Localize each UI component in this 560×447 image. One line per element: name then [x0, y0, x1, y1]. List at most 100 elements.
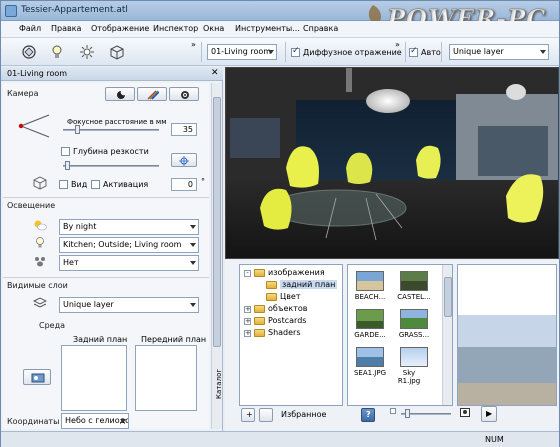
layers-combo[interactable]: Unique layer [59, 297, 199, 313]
tree-item-images[interactable]: изображения [268, 268, 325, 277]
menu-view[interactable]: Отображение [91, 24, 149, 33]
camera-colors-button[interactable] [137, 87, 167, 101]
render-viewport[interactable] [225, 67, 559, 259]
light-bulb-tool-icon[interactable] [49, 44, 65, 60]
divider [3, 197, 209, 198]
folder-icon [254, 269, 265, 277]
add-favorite-button[interactable]: + [241, 408, 255, 422]
render-scene [226, 68, 558, 258]
activation-input[interactable]: 0 [171, 178, 197, 191]
chevron-down-icon [190, 225, 196, 229]
none-combo-value: Нет [63, 258, 79, 267]
layer-combo[interactable]: Unique layer [449, 44, 549, 60]
cube-tool-icon[interactable] [109, 44, 125, 60]
thumbnail-label: CASTEL... [397, 293, 431, 301]
tree-expander[interactable]: + [244, 306, 251, 313]
lights-combo[interactable]: Kitchen; Outside; Living room [59, 237, 199, 253]
thumbnail-image[interactable] [400, 271, 428, 291]
menu-windows[interactable]: Окна [203, 24, 224, 33]
toolbar-overflow-2[interactable]: » [395, 40, 400, 49]
menu-tools[interactable]: Инструменты... [235, 24, 300, 33]
tree-item-color[interactable]: Цвет [280, 292, 301, 301]
auto-checkbox[interactable] [409, 46, 418, 57]
dof-slider[interactable] [63, 165, 159, 167]
focal-length-slider-thumb[interactable] [75, 125, 80, 134]
folder-icon [266, 281, 277, 289]
camera-angle-icon [18, 114, 50, 138]
toolbar-separator [405, 42, 406, 62]
divider [3, 277, 209, 278]
catalog-tab[interactable]: Каталог [215, 300, 237, 404]
help-button[interactable]: ? [361, 408, 375, 422]
menu-inspector[interactable]: Инспектор [153, 24, 198, 33]
foreground-preview[interactable] [135, 345, 197, 411]
catalog-panel: Каталог - изображения задний план Цвет +… [215, 260, 559, 431]
thumbnail-scrollbar-thumb[interactable] [444, 277, 452, 317]
tree-expander[interactable]: - [244, 270, 251, 277]
crosshair-icon [179, 156, 189, 166]
inspector-content: Камера Фокусное расстояние в мм 35 Глуби… [3, 83, 209, 429]
dof-slider-thumb[interactable] [65, 161, 70, 170]
lighting-section-title: Освещение [7, 201, 56, 210]
none-combo[interactable]: Нет [59, 255, 199, 271]
status-bar: NUM [1, 431, 559, 447]
sun-cloud-icon [34, 220, 47, 231]
thumbnail-scrollbar[interactable] [442, 265, 452, 405]
menu-file[interactable]: Файл [19, 24, 41, 33]
dof-checkbox[interactable] [61, 147, 70, 156]
play-button[interactable]: ▶ [481, 406, 497, 422]
tree-item-shaders[interactable]: Shaders [268, 328, 301, 337]
view-combo[interactable]: 01-Living room [207, 44, 277, 60]
background-preview[interactable] [61, 345, 127, 411]
activation-checkbox[interactable] [91, 180, 100, 189]
menu-help[interactable]: Справка [303, 24, 338, 33]
remove-favorite-button[interactable] [259, 408, 273, 422]
auto-label: Авто [421, 48, 441, 57]
folder-icon [254, 305, 265, 313]
layers-section-title: Видимые слои [7, 281, 68, 290]
pencils-icon [147, 90, 159, 100]
camera-mode-button[interactable] [105, 87, 135, 101]
add-label: + [246, 410, 253, 419]
thumbnail-image[interactable] [356, 309, 384, 329]
sun-tool-icon[interactable] [79, 44, 95, 60]
diffuse-checkbox[interactable] [291, 46, 300, 57]
chevron-down-icon [120, 419, 126, 423]
view-checkbox[interactable] [59, 180, 68, 189]
light-bulb-icon [36, 237, 44, 248]
thumbnail-image[interactable] [356, 271, 384, 291]
gear-icon [181, 91, 189, 99]
app-icon [5, 5, 17, 17]
toolbar-overflow[interactable]: » [191, 40, 196, 49]
preview-image [458, 265, 556, 405]
thumbnail-image[interactable] [400, 347, 428, 367]
tree-expander[interactable]: + [244, 318, 251, 325]
sky-combo[interactable]: Небо с гелиодо [61, 413, 129, 429]
layer-combo-value: Unique layer [453, 47, 504, 56]
close-icon[interactable]: ✕ [211, 68, 219, 78]
tree-expander[interactable]: + [244, 330, 251, 337]
menu-edit[interactable]: Правка [51, 24, 81, 33]
inspector-scrollbar-thumb[interactable] [213, 97, 221, 347]
tree-item-postcards[interactable]: Postcards [268, 316, 306, 325]
thumbnail-label: BEACH... [354, 293, 386, 301]
camera-tool-icon[interactable] [21, 44, 37, 60]
focus-target-button[interactable] [171, 153, 197, 167]
environment-preview-button[interactable] [23, 369, 51, 385]
thumbnail-size-slider-thumb[interactable] [405, 409, 410, 418]
thumbnail-image[interactable] [400, 309, 428, 329]
camera-section-title: Камера [7, 89, 39, 98]
thumbnail-label: GARDE... [354, 331, 386, 339]
half-moon-icon [117, 91, 125, 99]
camera-settings-button[interactable] [169, 87, 199, 101]
focal-length-input[interactable]: 35 [171, 123, 197, 136]
lighting-combo[interactable]: By night [59, 219, 199, 235]
thumbnail-image[interactable] [356, 347, 384, 367]
thumbnail-label: GRASS... [398, 331, 430, 339]
toolbar-separator [201, 42, 202, 62]
favorites-label: Избранное [281, 410, 327, 419]
box-view-icon [33, 176, 47, 190]
lighting-combo-value: By night [63, 222, 97, 231]
tree-item-objects[interactable]: объектов [268, 304, 308, 313]
tree-item-background[interactable]: задний план [280, 280, 338, 289]
